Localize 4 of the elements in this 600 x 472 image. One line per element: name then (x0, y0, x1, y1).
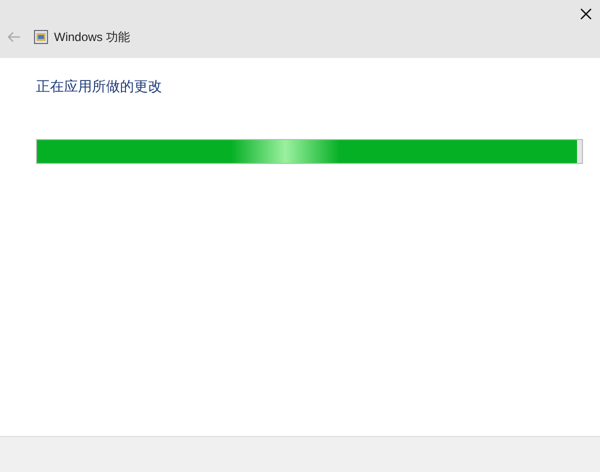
close-icon[interactable] (580, 8, 592, 20)
status-heading: 正在应用所做的更改 (36, 77, 163, 96)
window-title: Windows 功能 (54, 29, 130, 46)
window-app-icon (34, 30, 48, 44)
